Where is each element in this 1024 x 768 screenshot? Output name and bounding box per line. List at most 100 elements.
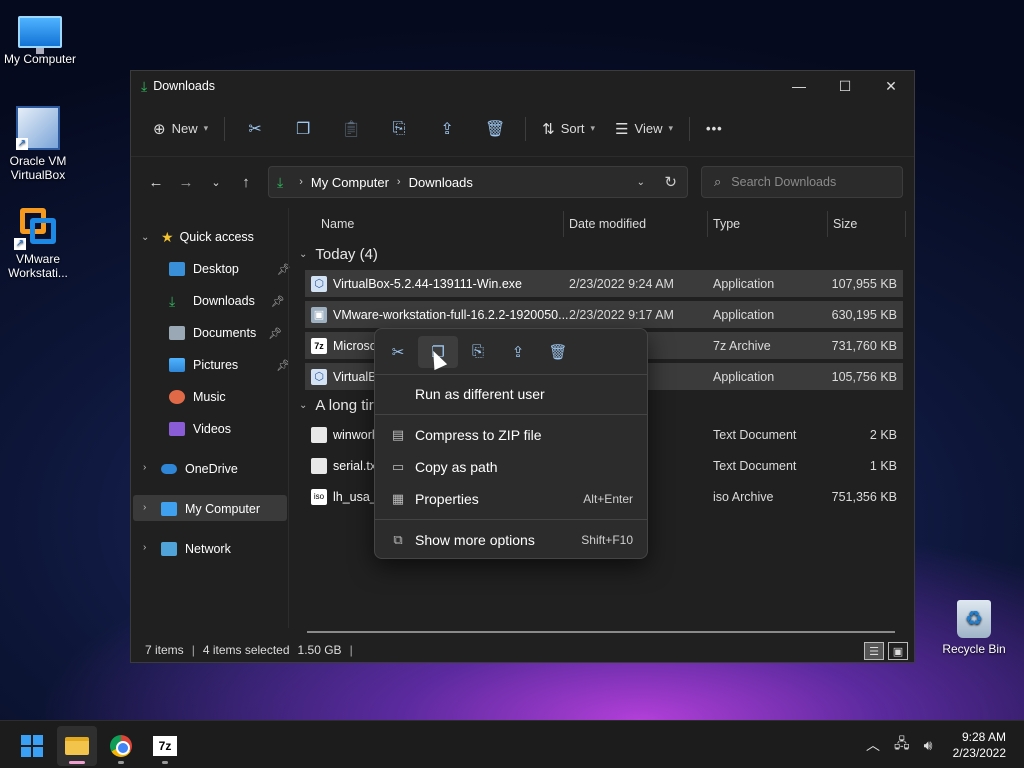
desktop-icon-label: VMware Workstati... (8, 252, 68, 280)
context-run-as-different-user[interactable]: Run as different user (381, 379, 643, 409)
column-header-date[interactable]: Date modified (569, 211, 646, 237)
group-header-today[interactable]: ⌄ Today (4) (299, 246, 378, 263)
network-icon[interactable]: 🖧︎ (894, 733, 910, 757)
desktop-icon-label: Oracle VM VirtualBox (9, 154, 67, 182)
rename-icon: ⎘ (392, 119, 406, 137)
chevron-down-icon[interactable]: ⌄ (637, 177, 645, 188)
taskbar-7zip[interactable]: 7z (145, 726, 185, 766)
search-input[interactable]: ⌕ Search Downloads (701, 166, 903, 198)
context-cut-button[interactable]: ✂ (378, 336, 418, 368)
context-menu: ✂ ❐ ⎘ ⇪ 🗑︎ Run as different user ▤ Compr… (374, 328, 648, 559)
context-properties[interactable]: ▦ Properties Alt+Enter (381, 484, 643, 514)
paste-button[interactable]: 📋︎ (327, 113, 375, 145)
chevron-up-icon[interactable]: ︿ (866, 735, 880, 755)
virtualbox-icon: ↗ (16, 106, 60, 150)
status-bar: 7 items | 4 items selected 1.50 GB | ☰ ▣ (131, 638, 914, 662)
address-bar[interactable]: ⤓ › My Computer › Downloads ⌄ ↻ (268, 166, 688, 198)
maximize-button[interactable]: ☐ (822, 71, 868, 101)
sidebar-item-desktop[interactable]: Desktop 📌︎ (169, 256, 291, 282)
taskbar-chrome[interactable] (101, 726, 141, 766)
desktop-icon-virtualbox[interactable]: ↗ Oracle VM VirtualBox (0, 106, 78, 182)
desktop-icon-my-computer[interactable]: My Computer (0, 10, 80, 66)
clock[interactable]: 9:28 AM 2/23/2022 (953, 729, 1006, 761)
details-view-button[interactable]: ☰ (864, 642, 884, 660)
group-header-long-ago[interactable]: ⌄ A long tir (299, 397, 374, 414)
desktop-icon-recycle-bin[interactable]: ♻ Recycle Bin (934, 596, 1014, 656)
chevron-down-icon: ⌄ (299, 400, 308, 411)
file-type: iso Archive (713, 489, 774, 504)
sevenzip-archive-icon: 7z (311, 337, 327, 354)
breadcrumb-my-computer[interactable]: My Computer (311, 175, 389, 190)
delete-button[interactable]: 🗑︎ (471, 113, 519, 145)
sidebar-item-music[interactable]: Music (169, 384, 226, 410)
chevron-right-icon[interactable]: › (143, 502, 146, 513)
sidebar-item-quick-access[interactable]: ★ Quick access (161, 224, 254, 250)
clock-date: 2/23/2022 (952, 746, 1006, 760)
rename-button[interactable]: ⎘ (375, 113, 423, 145)
copy-button[interactable]: ❐ (279, 113, 327, 145)
new-button[interactable]: ⊕ New ▾ (143, 113, 218, 145)
file-name: VirtualBox-5.2.44-139111-Win.exe (333, 276, 522, 291)
chevron-down-icon: ⌄ (299, 249, 308, 260)
context-copy-as-path[interactable]: ▭ Copy as path (381, 452, 643, 482)
file-row[interactable]: ▣ VMware-workstation-full-16.2.2-1920050… (305, 301, 903, 328)
column-header-name[interactable]: Name (321, 211, 354, 237)
vmware-icon: ▣ (311, 306, 327, 323)
sidebar-item-pictures[interactable]: Pictures 📌︎ (169, 352, 290, 378)
chevron-down-icon[interactable]: ⌄ (141, 232, 149, 243)
music-icon (169, 390, 185, 404)
title-bar[interactable]: ⤓ Downloads — ☐ ✕ (131, 71, 914, 101)
plus-icon: ⊕ (153, 120, 166, 138)
group-label: A long tir (315, 397, 374, 414)
chevron-right-icon[interactable]: › (143, 542, 146, 553)
chevron-right-icon[interactable]: › (143, 462, 146, 473)
more-options-button[interactable]: ••• (696, 113, 733, 145)
rename-icon: ⎘ (471, 343, 484, 360)
sidebar-item-my-computer[interactable]: My Computer (161, 496, 260, 522)
sort-button[interactable]: ⇅ Sort ▾ (532, 113, 605, 145)
context-rename-button[interactable]: ⎘ (458, 336, 498, 368)
context-delete-button[interactable]: 🗑︎ (538, 336, 578, 368)
forward-button[interactable]: → (171, 167, 201, 197)
refresh-icon[interactable]: ↻ (664, 173, 677, 191)
desktop-icon-vmware[interactable]: ↗ VMware Workstati... (0, 204, 78, 280)
sidebar-item-videos[interactable]: Videos (169, 416, 231, 442)
minimize-button[interactable]: — (776, 71, 822, 101)
column-header-type[interactable]: Type (713, 211, 740, 237)
taskbar-file-explorer[interactable] (57, 726, 97, 766)
column-header-size[interactable]: Size (833, 211, 857, 237)
close-button[interactable]: ✕ (868, 71, 914, 101)
sidebar-item-network[interactable]: Network (161, 536, 231, 562)
sidebar-item-onedrive[interactable]: OneDrive (161, 456, 238, 482)
breadcrumb-separator-icon: › (396, 176, 401, 188)
horizontal-scrollbar[interactable] (307, 631, 895, 633)
file-row[interactable]: ⬡ VirtualBox-5.2.44-139111-Win.exe 2/23/… (305, 270, 903, 297)
chevron-down-icon: ▾ (590, 123, 596, 133)
recent-locations-button[interactable]: ⌄ (201, 167, 231, 197)
star-icon: ★ (161, 228, 174, 245)
context-compress-zip[interactable]: ▤ Compress to ZIP file (381, 420, 643, 450)
context-share-button[interactable]: ⇪ (498, 336, 538, 368)
back-button[interactable]: ← (141, 167, 171, 197)
chevron-down-icon: ▾ (203, 123, 209, 133)
start-button[interactable] (12, 726, 52, 766)
share-button[interactable]: ⇪ (423, 113, 471, 145)
sidebar-item-documents[interactable]: Documents 📌︎ (169, 320, 282, 346)
trash-icon: 🗑︎ (548, 343, 568, 361)
view-button[interactable]: ☰ View ▾ (605, 113, 683, 145)
tiles-view-button[interactable]: ▣ (888, 642, 908, 660)
shortcut-arrow-icon: ↗ (16, 138, 28, 150)
sidebar-item-downloads[interactable]: ⤓ Downloads 📌︎ (169, 288, 285, 314)
sidebar-item-label: Pictures (193, 358, 239, 372)
volume-icon[interactable]: 🔊︎ (924, 737, 933, 754)
sidebar-item-label: Quick access (179, 230, 254, 244)
breadcrumb-downloads[interactable]: Downloads (409, 175, 473, 190)
cut-button[interactable]: ✂ (231, 113, 279, 145)
breadcrumb-separator-icon: › (299, 176, 303, 188)
pane-divider[interactable] (288, 208, 289, 628)
pictures-icon (169, 358, 185, 372)
desktop-icon (169, 262, 185, 276)
monitor-icon (18, 16, 62, 54)
up-button[interactable]: ↑ (231, 167, 261, 197)
context-show-more-options[interactable]: ⧉ Show more options Shift+F10 (381, 525, 643, 555)
